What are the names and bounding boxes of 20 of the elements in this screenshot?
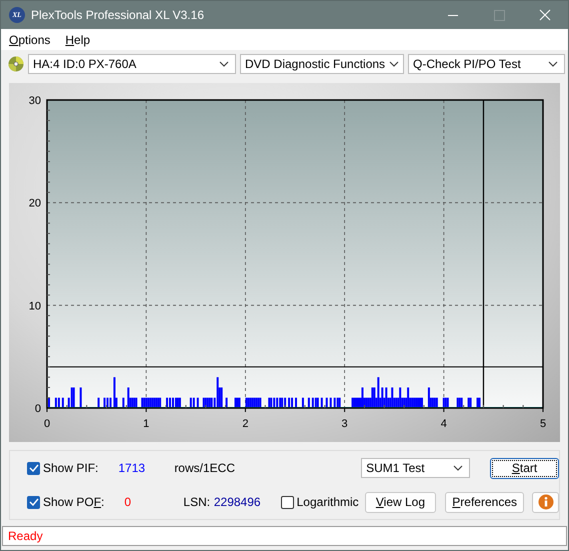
- window-title: PlexTools Professional XL V3.16: [31, 8, 204, 22]
- x-tick-label: 0: [44, 418, 50, 430]
- y-tick-label: 0: [34, 403, 41, 415]
- checkbox-label: Show POF:: [43, 495, 104, 509]
- y-tick-label: 30: [28, 95, 41, 107]
- unit-label: rows/1ECC: [174, 461, 236, 475]
- x-tick-label: 5: [540, 418, 546, 430]
- lsn-label: LSN:: [183, 495, 212, 509]
- checkbox-label: Show PIF:: [43, 461, 98, 475]
- pof-count: 0: [124, 495, 132, 509]
- x-tick-label: 1: [143, 418, 150, 430]
- pif-count: 1713: [118, 461, 146, 475]
- x-tick-label: 3: [342, 418, 348, 430]
- status-text: Ready: [8, 529, 43, 543]
- checkbox-label: Logarithmic: [296, 495, 359, 509]
- lsn-value: 2298496: [214, 495, 262, 509]
- y-tick-label: 20: [28, 198, 41, 210]
- x-tick-label: 2: [242, 418, 248, 430]
- y-tick-label: 10: [28, 300, 41, 312]
- x-tick-label: 4: [440, 418, 447, 430]
